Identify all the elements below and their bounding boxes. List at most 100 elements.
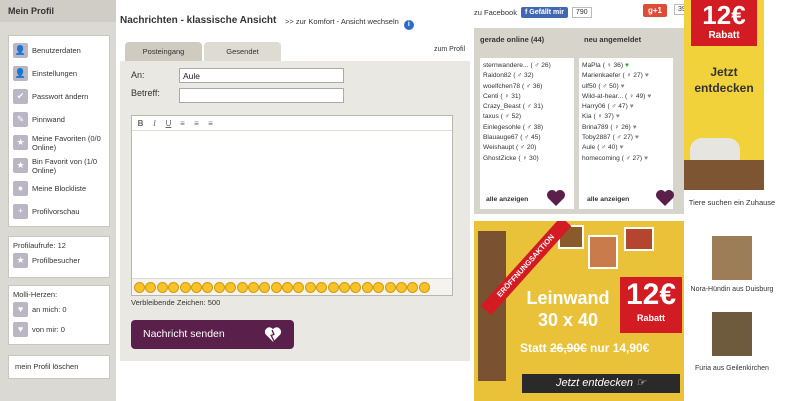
dog-caption[interactable]: Nora-Hündin aus Duisburg [682, 285, 782, 294]
user-list-item[interactable]: Weishaupt( ♂ 20) [483, 143, 571, 153]
user-age: ( ♀ 30) [518, 154, 539, 162]
heart-icon[interactable]: ♥ [644, 155, 648, 162]
user-list-item[interactable]: Raidon82( ♂ 32) [483, 71, 571, 81]
user-list-item[interactable]: Aule( ♂ 40) ♥ [582, 143, 670, 153]
align-left-button[interactable]: ≡ [178, 119, 187, 128]
facebook-link[interactable]: zu Facebook [474, 8, 517, 17]
switch-view-link[interactable]: >> zur Komfort - Ansicht wechseln i [285, 17, 414, 30]
underline-button[interactable]: U [164, 119, 173, 128]
user-list-item[interactable]: Einlegesohle( ♂ 38) [483, 123, 571, 133]
user-list-item[interactable]: GhostZicke( ♀ 30) [483, 154, 571, 164]
facebook-like-button[interactable]: f Gefällt mir [520, 6, 568, 18]
heart-icon[interactable]: ♥ [625, 62, 629, 69]
menu-passwort[interactable]: ✔ Passwort ändern [9, 85, 109, 108]
heart-icon[interactable] [546, 189, 566, 207]
smiley-icon[interactable] [179, 281, 191, 293]
ad-cta-button[interactable]: Jetzt entdecken ☞ [522, 374, 680, 393]
smiley-icon[interactable] [190, 281, 202, 293]
user-list-item[interactable]: Blauauge67( ♂ 45) [483, 133, 571, 143]
subject-input[interactable] [179, 88, 344, 103]
smiley-icon[interactable] [259, 281, 271, 293]
user-list-item[interactable]: Kia( ♀ 37) ♥ [582, 112, 670, 122]
menu-favorit-von[interactable]: ★ Bin Favorit von (1/0 Online) [9, 154, 109, 177]
heart-icon[interactable] [655, 189, 675, 207]
to-profile-link[interactable]: zum Profil [434, 46, 465, 53]
user-list-item[interactable]: sternwandere...( ♂ 26) [483, 61, 571, 71]
smiley-icon[interactable] [327, 281, 339, 293]
discount-ad[interactable]: 12€ Rabatt Jetzt entdecken [684, 0, 764, 190]
online-show-all-link[interactable]: alle anzeigen [486, 196, 528, 203]
align-center-button[interactable]: ≡ [192, 119, 201, 128]
smiley-icon[interactable] [373, 281, 385, 293]
info-icon[interactable]: i [403, 20, 414, 30]
user-list-item[interactable]: Crazy_Beast( ♂ 31) [483, 102, 571, 112]
smiley-icon[interactable] [384, 281, 396, 293]
smiley-icon[interactable] [213, 281, 225, 293]
smiley-icon[interactable] [168, 281, 180, 293]
menu-blockliste[interactable]: ● Meine Blockliste [9, 177, 109, 200]
dog-caption[interactable]: Furia aus Geilenkirchen [682, 364, 782, 373]
smiley-icon[interactable] [361, 281, 373, 293]
italic-button[interactable]: I [150, 119, 159, 128]
menu-benutzerdaten[interactable]: 👤 Benutzerdaten [9, 39, 109, 62]
dog-photo[interactable] [712, 312, 752, 356]
message-editor: B I U ≡ ≡ ≡ [131, 115, 453, 296]
smiley-icon[interactable] [270, 281, 282, 293]
message-textarea[interactable] [132, 131, 452, 278]
tab-posteingang[interactable]: Posteingang [125, 42, 202, 61]
send-message-button[interactable]: Nachricht senden [131, 320, 294, 349]
molli-to-me[interactable]: ♥ an mich: 0 [9, 299, 109, 319]
gplus-button[interactable]: g+1 [643, 4, 668, 17]
delete-profile-link[interactable]: mein Profil löschen [9, 362, 109, 371]
heart-icon[interactable]: ♥ [645, 72, 649, 79]
menu-einstellungen[interactable]: 👤 Einstellungen [9, 62, 109, 85]
user-list-item[interactable]: Marienkaefer( ♀ 27) ♥ [582, 71, 670, 81]
canvas-print-ad[interactable]: ERÖFFNUNGSAKTION Leinwand 30 x 40 12€ Ra… [474, 221, 684, 401]
smiley-icon[interactable] [225, 281, 237, 293]
align-right-button[interactable]: ≡ [206, 119, 215, 128]
heart-icon[interactable]: ♥ [630, 103, 634, 110]
smiley-icon[interactable] [282, 281, 294, 293]
smiley-icon[interactable] [316, 281, 328, 293]
user-list-item[interactable]: Brina789( ♀ 26) ♥ [582, 123, 670, 133]
new-show-all-link[interactable]: alle anzeigen [587, 196, 629, 203]
heart-icon[interactable]: ♥ [647, 93, 651, 100]
page-scrollbar[interactable] [780, 0, 800, 401]
bold-button[interactable]: B [136, 119, 145, 128]
smiley-icon[interactable] [304, 281, 316, 293]
user-list-item[interactable]: Toby2887( ♂ 27) ♥ [582, 133, 670, 143]
tab-gesendet[interactable]: Gesendet [204, 42, 281, 61]
dog-photo[interactable] [712, 236, 752, 280]
user-list-item[interactable]: Centi( ♀ 31) [483, 92, 571, 102]
smiley-icon[interactable] [145, 281, 157, 293]
molli-from-me[interactable]: ♥ von mir: 0 [9, 319, 109, 339]
user-list-item[interactable]: homecoming( ♂ 27) ♥ [582, 154, 670, 164]
user-list-item[interactable]: Wild-at-hear...( ♀ 49) ♥ [582, 92, 670, 102]
recipient-input[interactable] [179, 68, 344, 83]
smiley-icon[interactable] [407, 281, 419, 293]
heart-icon[interactable]: ♥ [620, 144, 624, 151]
user-list-item[interactable]: taxus( ♂ 52) [483, 112, 571, 122]
user-list-item[interactable]: woelfchen78( ♂ 36) [483, 82, 571, 92]
heart-icon[interactable]: ♥ [633, 124, 637, 131]
user-list-item[interactable]: MaPla( ♀ 36) ♥ [582, 61, 670, 71]
smiley-icon[interactable] [156, 281, 168, 293]
heart-icon[interactable]: ♥ [635, 134, 639, 141]
profile-visitors-link[interactable]: ★ Profilbesucher [9, 250, 109, 270]
menu-profilvorschau[interactable]: + Profilvorschau [9, 200, 109, 223]
smiley-icon[interactable] [339, 281, 351, 293]
smiley-icon[interactable] [418, 281, 430, 293]
user-list-item[interactable]: Harry06( ♂ 47) ♥ [582, 102, 670, 112]
heart-icon[interactable]: ♥ [616, 113, 620, 120]
heart-icon[interactable]: ♥ [621, 83, 625, 90]
smiley-icon[interactable] [202, 281, 214, 293]
smiley-icon[interactable] [395, 281, 407, 293]
smiley-icon[interactable] [236, 281, 248, 293]
smiley-icon[interactable] [293, 281, 305, 293]
menu-favoriten[interactable]: ★ Meine Favoriten (0/0 Online) [9, 131, 109, 154]
menu-pinnwand[interactable]: ✎ Pinnwand [9, 108, 109, 131]
smiley-icon[interactable] [247, 281, 259, 293]
smiley-icon[interactable] [134, 281, 145, 293]
smiley-icon[interactable] [350, 281, 362, 293]
user-list-item[interactable]: ulf50( ♂ 50) ♥ [582, 82, 670, 92]
